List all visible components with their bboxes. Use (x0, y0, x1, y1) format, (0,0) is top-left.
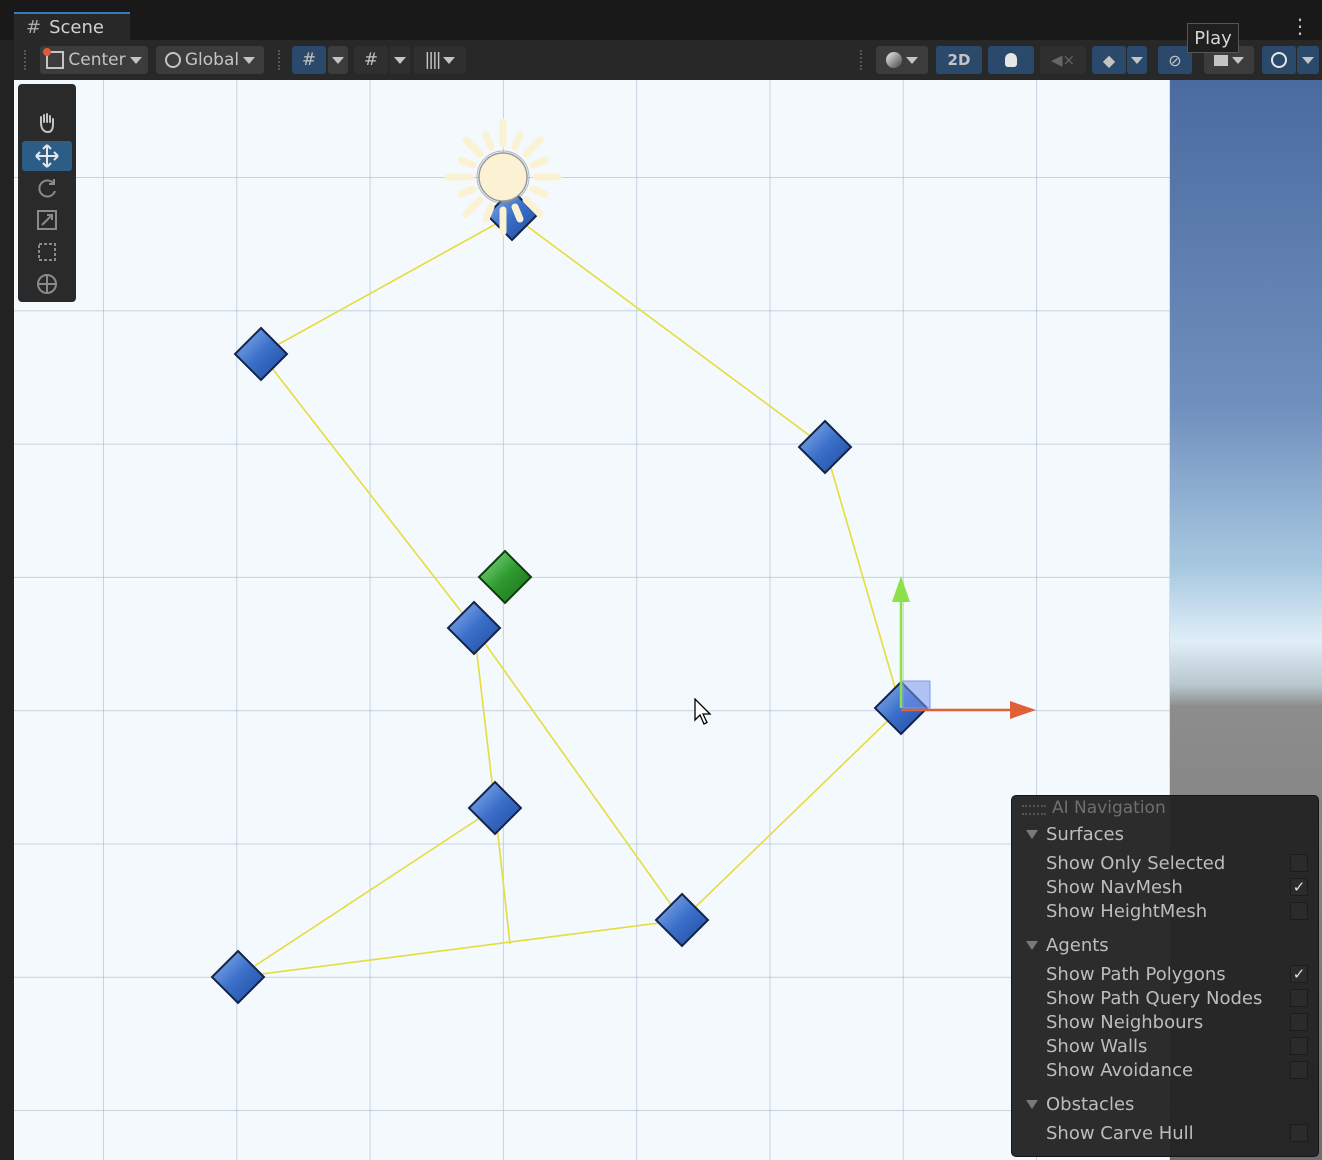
checkbox-checked[interactable]: ✓ (1290, 878, 1308, 896)
option-show-walls[interactable]: Show Walls (1046, 1034, 1308, 1058)
rect-tool[interactable] (22, 237, 72, 267)
option-label: Show Path Polygons (1046, 963, 1226, 985)
ai-navigation-title: AI Navigation (1052, 798, 1166, 818)
option-show-path-polygons[interactable]: Show Path Polygons ✓ (1046, 962, 1308, 986)
path-line (260, 353, 475, 629)
path-line (824, 446, 902, 709)
move-gizmo[interactable] (892, 576, 1036, 719)
scale-icon (37, 210, 57, 230)
checkbox[interactable] (1290, 1061, 1308, 1079)
checkbox[interactable] (1290, 1037, 1308, 1055)
option-label: Show Walls (1046, 1035, 1148, 1057)
checkbox[interactable] (1290, 989, 1308, 1007)
option-show-neighbours[interactable]: Show Neighbours (1046, 1010, 1308, 1034)
checkbox[interactable] (1290, 1124, 1308, 1142)
path-line (260, 214, 513, 355)
rect-transform-icon (38, 243, 56, 261)
option-label: Show Only Selected (1046, 852, 1226, 874)
section-obstacles[interactable]: Obstacles (1026, 1094, 1134, 1115)
option-show-avoidance[interactable]: Show Avoidance (1046, 1058, 1308, 1082)
option-show-carve-hull[interactable]: Show Carve Hull (1046, 1121, 1308, 1145)
rotate-icon (38, 179, 56, 198)
section-label: Agents (1046, 935, 1109, 956)
directional-light-icon[interactable] (444, 118, 562, 236)
gizmo-y-arrow-icon[interactable] (892, 576, 910, 602)
move-arrows-icon (35, 144, 59, 168)
section-label: Surfaces (1046, 824, 1124, 845)
path-line (473, 627, 496, 809)
waypoint-marker[interactable] (210, 949, 266, 1005)
mouse-cursor-icon (694, 698, 712, 725)
overlay-drag-handle-icon[interactable] (1022, 805, 1046, 815)
path-line (237, 919, 683, 978)
gizmo-x-arrow-icon[interactable] (1010, 701, 1036, 719)
transform-icon (37, 274, 57, 294)
waypoint-markers (210, 188, 929, 1005)
checkbox-checked[interactable]: ✓ (1290, 965, 1308, 983)
scale-tool[interactable] (22, 205, 72, 235)
navmesh-path-lines (237, 214, 902, 978)
section-agents[interactable]: Agents (1026, 935, 1109, 956)
collapse-triangle-icon (1026, 941, 1038, 950)
option-label: Show Carve Hull (1046, 1122, 1194, 1144)
tools-overlay (18, 84, 76, 302)
path-line (511, 214, 826, 448)
collapse-triangle-icon (1026, 830, 1038, 839)
section-surfaces[interactable]: Surfaces (1026, 824, 1124, 845)
start-marker[interactable] (477, 549, 533, 605)
hand-icon (40, 113, 54, 134)
waypoint-marker[interactable] (797, 419, 853, 475)
collapse-triangle-icon (1026, 1100, 1038, 1109)
option-label: Show NavMesh (1046, 876, 1183, 898)
option-label: Show Avoidance (1046, 1059, 1194, 1081)
rotate-tool[interactable] (22, 173, 72, 203)
option-label: Show Path Query Nodes (1046, 987, 1263, 1009)
path-line (681, 707, 902, 921)
hand-tool[interactable] (22, 108, 72, 138)
option-show-only-selected[interactable]: Show Only Selected (1046, 851, 1308, 875)
option-label: Show Neighbours (1046, 1011, 1204, 1033)
checkbox[interactable] (1290, 854, 1308, 872)
option-show-heightmesh[interactable]: Show HeightMesh (1046, 899, 1308, 923)
waypoint-marker[interactable] (446, 600, 502, 656)
waypoint-marker[interactable] (233, 326, 289, 382)
option-label: Show HeightMesh (1046, 900, 1208, 922)
option-show-navmesh[interactable]: Show NavMesh ✓ (1046, 875, 1308, 899)
option-show-path-query-nodes[interactable]: Show Path Query Nodes (1046, 986, 1308, 1010)
gizmo-xy-plane-handle[interactable] (902, 680, 931, 709)
transform-tool[interactable] (22, 269, 72, 299)
path-line (473, 627, 683, 921)
checkbox[interactable] (1290, 1013, 1308, 1031)
section-label: Obstacles (1046, 1094, 1135, 1115)
path-line (237, 807, 496, 978)
checkbox[interactable] (1290, 902, 1308, 920)
move-tool[interactable] (22, 141, 72, 171)
ai-navigation-overlay: AI Navigation Surfaces Show Only Selecte… (1011, 795, 1319, 1157)
waypoint-marker[interactable] (467, 780, 523, 836)
